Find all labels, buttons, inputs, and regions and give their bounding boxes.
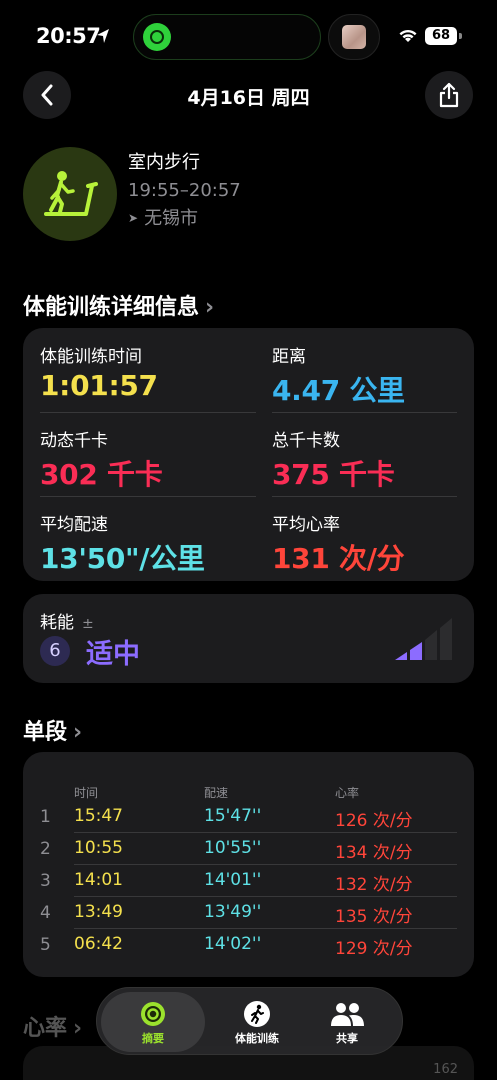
metric-value: 302 千卡 <box>40 458 163 491</box>
split-time: 13:49 <box>74 902 123 922</box>
workout-name: 室内步行 <box>128 152 200 173</box>
metric-distance: 距离 4.47 公里 <box>272 342 405 409</box>
share-icon <box>439 82 459 108</box>
metric-label: 体能训练时间 <box>40 347 142 367</box>
share-button[interactable] <box>425 71 473 119</box>
plus-minus-icon: ± <box>82 616 94 632</box>
heart-rate-axis-value: 162 <box>433 1062 458 1077</box>
effort-card[interactable]: 耗能 ± 6 适中 <box>23 594 474 683</box>
split-index: 5 <box>40 935 51 955</box>
splits-card: 时间 配速 心率 1 15:47 15'47'' 126 次/分 2 10:55… <box>23 752 474 977</box>
tab-label: 摘要 <box>142 1032 164 1045</box>
split-index: 4 <box>40 903 51 923</box>
tab-summary[interactable]: 摘要 <box>101 992 205 1052</box>
media-thumbnail-pill[interactable] <box>328 14 380 60</box>
metric-active-calories: 动态千卡 302 千卡 <box>40 426 163 493</box>
splits-header-pace: 配速 <box>204 786 229 800</box>
tab-label: 体能训练 <box>235 1032 279 1045</box>
split-time: 06:42 <box>74 934 123 954</box>
metric-label: 总千卡数 <box>272 431 340 451</box>
split-heart-rate: 135 次/分 <box>335 907 413 927</box>
splits-title-text: 单段 <box>23 720 68 745</box>
split-time: 14:01 <box>74 870 123 890</box>
chevron-right-icon: › <box>205 295 215 320</box>
splits-header-time: 时间 <box>74 786 99 800</box>
metric-value: 1:01:57 <box>40 369 158 402</box>
heart-rate-section-title[interactable]: 心率 › <box>23 1010 82 1042</box>
chevron-right-icon: › <box>73 720 83 745</box>
wifi-icon <box>399 29 417 42</box>
metric-label: 平均配速 <box>40 515 108 535</box>
effort-level-badge: 6 <box>40 636 70 666</box>
running-figure-icon <box>244 1001 270 1027</box>
divider <box>40 412 256 413</box>
metric-label: 距离 <box>272 347 306 367</box>
tab-label: 共享 <box>336 1032 358 1045</box>
tab-sharing[interactable]: 共享 <box>295 992 399 1052</box>
split-heart-rate: 134 次/分 <box>335 843 413 863</box>
split-pace: 14'02'' <box>204 934 262 954</box>
tab-workouts[interactable]: 体能训练 <box>205 992 309 1052</box>
heart-rate-title-text: 心率 <box>23 1016 68 1041</box>
effort-label-text: 耗能 <box>40 613 74 633</box>
split-index: 1 <box>40 807 51 827</box>
location-arrow-icon: ➤ <box>128 211 139 225</box>
metric-total-calories: 总千卡数 375 千卡 <box>272 426 395 493</box>
battery-indicator: 68 <box>425 27 457 45</box>
table-row: 4 13:49 13'49'' 135 次/分 <box>23 897 474 929</box>
details-title-text: 体能训练详细信息 <box>23 295 200 320</box>
divider <box>272 412 457 413</box>
split-pace: 14'01'' <box>204 870 262 890</box>
table-row: 5 06:42 14'02'' 129 次/分 <box>23 929 474 961</box>
metric-label: 平均心率 <box>272 515 340 535</box>
fitness-activity-icon <box>143 23 171 51</box>
metric-value: 13'50"/公里 <box>40 542 205 575</box>
details-section-title[interactable]: 体能训练详细信息 › <box>23 289 214 321</box>
status-bar: 20:57 68 <box>0 0 497 70</box>
table-row: 1 15:47 15'47'' 126 次/分 <box>23 801 474 833</box>
divider <box>40 496 256 497</box>
split-pace: 13'49'' <box>204 902 262 922</box>
split-index: 2 <box>40 839 51 859</box>
table-row: 2 10:55 10'55'' 134 次/分 <box>23 833 474 865</box>
metric-avg-heart-rate: 平均心率 131 次/分 <box>272 510 405 577</box>
page-title: 4月16日 周四 <box>187 87 310 109</box>
treadmill-walk-icon <box>23 147 117 241</box>
people-icon <box>331 1003 364 1026</box>
thumbnail-image <box>342 25 366 49</box>
metric-label: 动态千卡 <box>40 431 108 451</box>
splits-section-title[interactable]: 单段 › <box>23 714 82 746</box>
split-heart-rate: 126 次/分 <box>335 811 413 831</box>
workout-location: ➤ 无锡市 <box>128 204 198 230</box>
workout-details-card: 体能训练时间 1:01:57 距离 4.47 公里 动态千卡 302 千卡 总千… <box>23 328 474 581</box>
split-heart-rate: 129 次/分 <box>335 939 413 959</box>
effort-bars-icon <box>395 618 452 660</box>
chevron-right-icon: › <box>73 1016 83 1041</box>
split-time: 10:55 <box>74 838 123 858</box>
table-row: 3 14:01 14'01'' 132 次/分 <box>23 865 474 897</box>
split-heart-rate: 132 次/分 <box>335 875 413 895</box>
split-index: 3 <box>40 871 51 891</box>
metric-value: 375 千卡 <box>272 458 395 491</box>
split-pace: 10'55'' <box>204 838 262 858</box>
dynamic-island[interactable] <box>133 14 321 60</box>
metric-value: 131 次/分 <box>272 542 405 575</box>
battery-tip <box>459 33 462 39</box>
metric-workout-time: 体能训练时间 1:01:57 <box>40 342 158 402</box>
effort-label: 耗能 ± <box>40 608 94 633</box>
workout-time-range: 19:55–20:57 <box>128 180 241 201</box>
metric-avg-pace: 平均配速 13'50"/公里 <box>40 510 205 577</box>
tab-bar: 摘要 体能训练 共享 <box>96 987 403 1055</box>
split-pace: 15'47'' <box>204 806 262 826</box>
splits-header-hr: 心率 <box>335 786 360 800</box>
location-arrow-icon <box>97 29 109 43</box>
metric-value: 4.47 公里 <box>272 374 405 407</box>
activity-rings-icon <box>141 1002 165 1026</box>
divider <box>272 496 457 497</box>
effort-level-text: 适中 <box>86 639 140 670</box>
status-time: 20:57 <box>36 24 101 48</box>
split-time: 15:47 <box>74 806 123 826</box>
workout-location-text: 无锡市 <box>144 208 199 229</box>
